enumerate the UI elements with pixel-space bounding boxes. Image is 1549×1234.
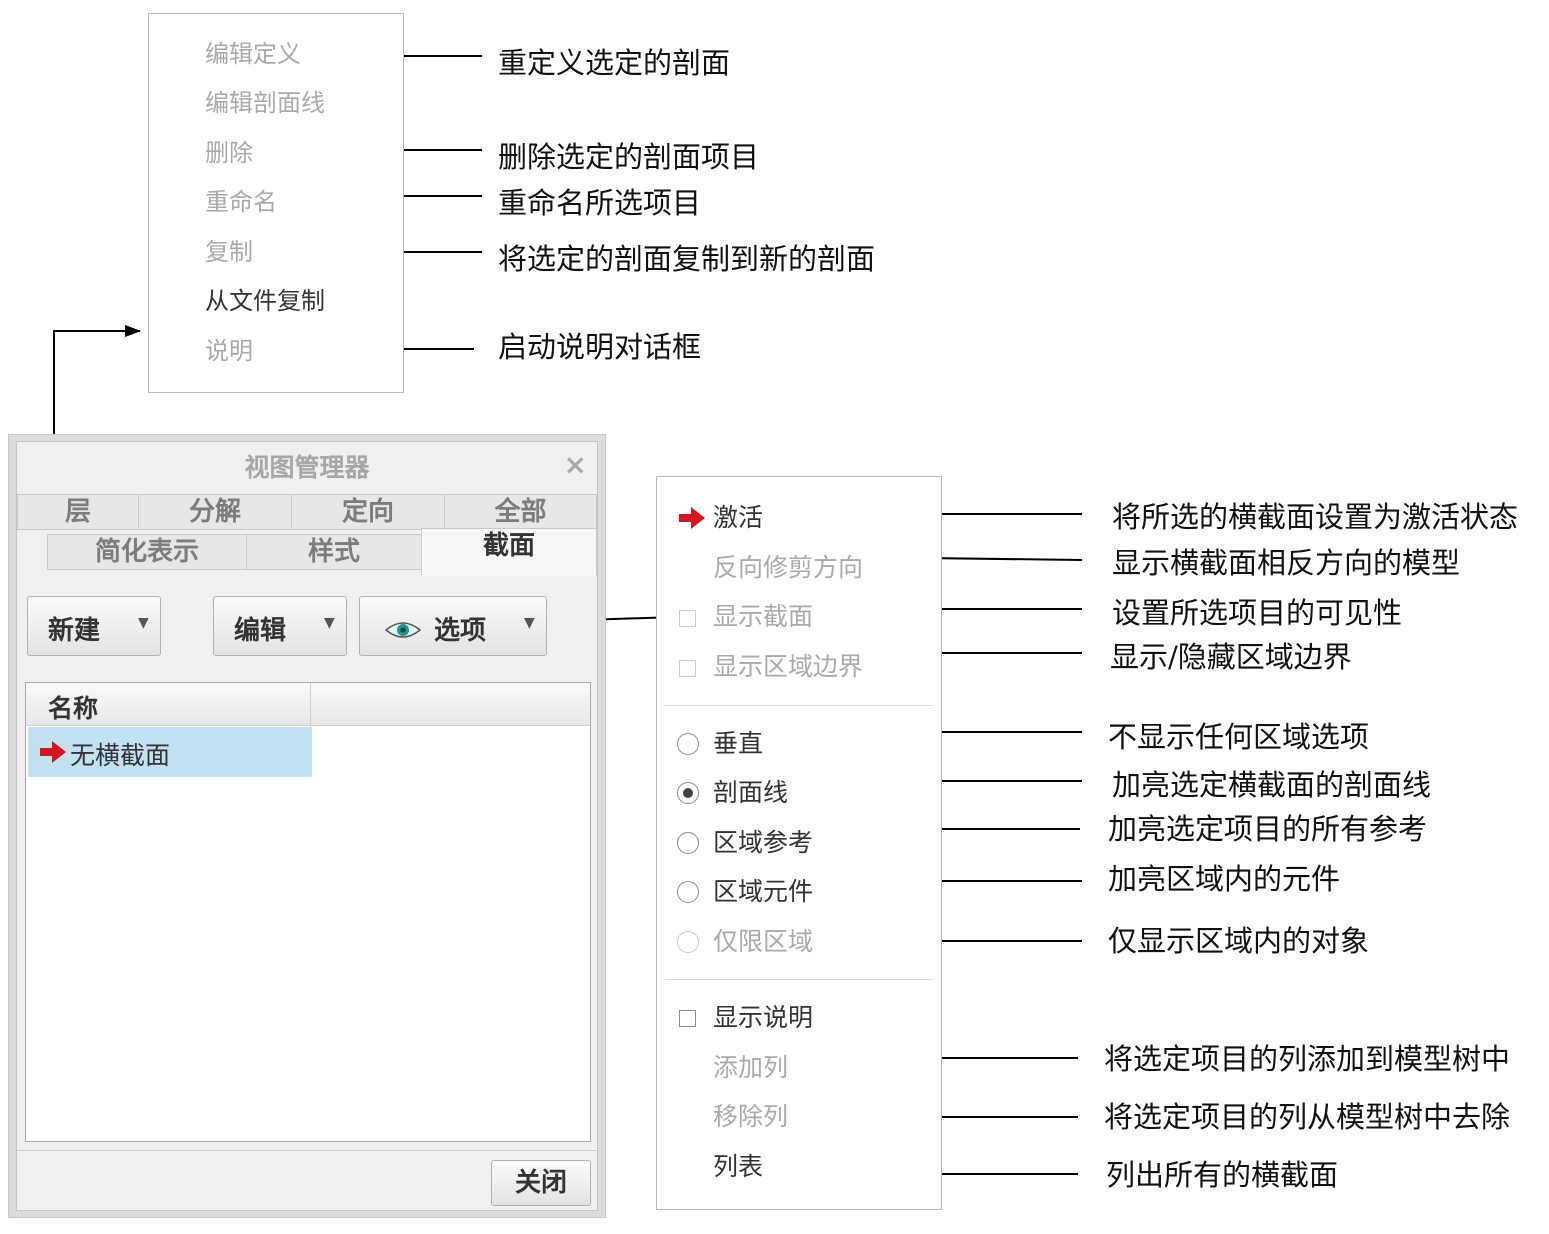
active-arrow-icon (40, 741, 66, 767)
menu-item-list[interactable]: 列表 (713, 1152, 763, 1182)
edit-button-label: 编辑 (234, 616, 287, 646)
annotation-add-col: 将选定项目的列添加到模型树中 (1104, 1042, 1511, 1076)
edit-context-menu: 编辑定义 编辑剖面线 删除 重命名 复制 从文件复制 说明 (148, 13, 404, 393)
vertical-radio[interactable] (677, 733, 699, 755)
tab-orient[interactable]: 定向 (291, 494, 445, 530)
annotation-delete: 删除选定的剖面项目 (498, 140, 760, 174)
annotation-vertical: 不显示任何区域选项 (1108, 720, 1370, 754)
view-manager-dialog: 视图管理器 × 层 分解 定向 全部 简化表示 样式 截面 新建 ▼ 编辑 ▼ (8, 434, 606, 1218)
close-icon[interactable]: × (564, 448, 587, 481)
menu-item-copy[interactable]: 复制 (205, 237, 253, 267)
annotation-reverse: 显示横截面相反方向的模型 (1112, 546, 1461, 580)
eye-icon (384, 617, 422, 647)
divider (17, 1150, 597, 1151)
menu-item-edit-hatching[interactable]: 编辑剖面线 (205, 88, 325, 118)
annotation-activate: 将所选的横截面设置为激活状态 (1112, 500, 1519, 534)
list-header: 名称 (26, 683, 590, 726)
zone-reference-radio[interactable] (677, 832, 699, 854)
options-menu: 激活 反向修剪方向 显示截面 显示区域边界 垂直 剖面线 区域参考 区域元件 仅… (656, 476, 942, 1210)
annotation-zone-ref: 加亮选定项目的所有参考 (1108, 812, 1428, 846)
options-button-label: 选项 (434, 616, 487, 646)
menu-item-help[interactable]: 说明 (205, 336, 253, 366)
list-item-label: 无横截面 (70, 741, 171, 770)
menu-item-copy-from-file[interactable]: 从文件复制 (205, 286, 325, 316)
chevron-down-icon: ▼ (524, 615, 535, 631)
chevron-down-icon: ▼ (138, 615, 149, 631)
tab-all[interactable]: 全部 (444, 494, 597, 530)
menu-item-reverse-clip[interactable]: 反向修剪方向 (713, 553, 863, 583)
annotation-redefine: 重定义选定的剖面 (498, 46, 731, 80)
divider (665, 705, 933, 706)
tab-layers[interactable]: 层 (17, 494, 139, 530)
menu-item-zone-reference[interactable]: 区域参考 (713, 828, 813, 858)
annotation-zone-only: 仅显示区域内的对象 (1108, 924, 1370, 958)
annotation-visibility: 设置所选项目的可见性 (1112, 596, 1403, 630)
chevron-down-icon: ▼ (324, 615, 335, 631)
menu-item-activate[interactable]: 激活 (713, 503, 763, 533)
show-description-checkbox[interactable] (679, 1010, 696, 1027)
tab-explode[interactable]: 分解 (138, 494, 292, 530)
annotation-zone-comp: 加亮区域内的元件 (1108, 862, 1341, 896)
menu-item-hatching[interactable]: 剖面线 (713, 778, 788, 808)
column-header-label: 名称 (48, 694, 99, 723)
menu-item-show-zone-boundary[interactable]: 显示区域边界 (713, 652, 863, 682)
active-arrow-icon (679, 507, 705, 533)
annotation-remove-col: 将选定项目的列从模型树中去除 (1104, 1100, 1511, 1134)
annotation-list-all: 列出所有的横截面 (1106, 1158, 1339, 1192)
menu-item-show-description[interactable]: 显示说明 (713, 1003, 813, 1033)
column-header-name[interactable]: 名称 (26, 683, 311, 725)
annotation-boundary: 显示/隐藏区域边界 (1110, 640, 1352, 674)
show-boundary-checkbox[interactable] (679, 660, 696, 677)
zone-only-radio[interactable] (677, 931, 699, 953)
menu-item-show-section[interactable]: 显示截面 (713, 602, 813, 632)
tab-style[interactable]: 样式 (246, 534, 422, 570)
new-button[interactable]: 新建 ▼ (27, 596, 161, 656)
menu-item-vertical[interactable]: 垂直 (713, 729, 763, 759)
show-section-checkbox[interactable] (679, 610, 696, 627)
dialog-title: 视图管理器 (244, 453, 370, 482)
menu-item-zone-components[interactable]: 区域元件 (713, 877, 813, 907)
annotation-copy: 将选定的剖面复制到新的剖面 (498, 242, 876, 276)
menu-item-delete[interactable]: 删除 (205, 138, 253, 168)
close-button[interactable]: 关闭 (491, 1160, 591, 1206)
menu-item-edit-definition[interactable]: 编辑定义 (205, 39, 301, 69)
menu-item-remove-column[interactable]: 移除列 (713, 1102, 788, 1132)
list-item[interactable]: 无横截面 (28, 727, 312, 777)
menu-item-zone-only[interactable]: 仅限区域 (713, 927, 813, 957)
annotation-hatching: 加亮选定横截面的剖面线 (1112, 768, 1432, 802)
tab-simplified-rep[interactable]: 简化表示 (47, 534, 247, 570)
new-button-label: 新建 (48, 616, 101, 646)
menu-item-rename[interactable]: 重命名 (205, 187, 277, 217)
annotation-rename: 重命名所选项目 (498, 186, 702, 220)
hatching-radio[interactable] (677, 782, 699, 804)
divider (665, 979, 933, 980)
menu-item-add-column[interactable]: 添加列 (713, 1053, 788, 1083)
edit-button[interactable]: 编辑 ▼ (213, 596, 347, 656)
zone-components-radio[interactable] (677, 881, 699, 903)
tab-sections[interactable]: 截面 (421, 528, 597, 576)
options-button[interactable]: 选项 ▼ (359, 596, 547, 656)
section-list: 名称 无横截面 (25, 682, 591, 1142)
annotation-help: 启动说明对话框 (498, 330, 702, 364)
